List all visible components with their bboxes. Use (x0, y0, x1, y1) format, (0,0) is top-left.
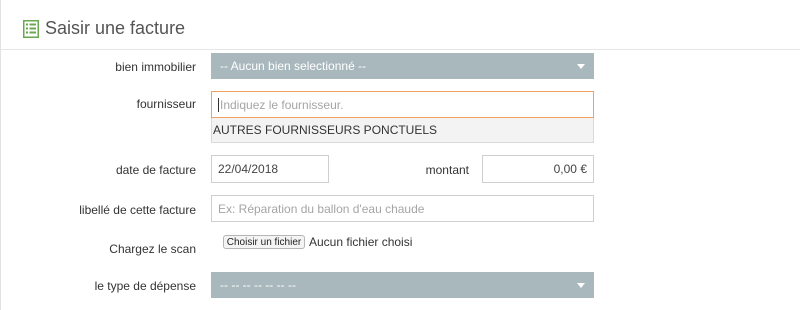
expense-type-select[interactable]: -- -- -- -- -- -- -- (211, 272, 594, 298)
supplier-placeholder: Indiquez le fournisseur. (220, 97, 344, 112)
amount-input[interactable]: 0,00 € (482, 155, 594, 183)
chevron-down-icon (577, 283, 585, 288)
page-title: Saisir une facture (45, 18, 186, 38)
invoice-date-label: date de facture (115, 163, 196, 177)
description-label: libellé de cette facture (79, 203, 196, 217)
amount-value: 0,00 € (553, 162, 587, 176)
description-input[interactable]: Ex: Réparation du ballon d'eau chaude (211, 195, 594, 222)
description-placeholder: Ex: Réparation du ballon d'eau chaude (218, 201, 425, 216)
file-status-text: Aucun fichier choisi (309, 235, 413, 249)
property-label: bien immobilier (115, 60, 196, 74)
amount-label: montant (425, 163, 469, 177)
choose-file-button[interactable]: Choisir un fichier (223, 235, 305, 249)
expense-type-label: le type de dépense (94, 279, 196, 293)
invoice-form-page: Saisir une facture bien immobilier -- Au… (0, 0, 800, 310)
supplier-suggestion-label: AUTRES FOURNISSEURS PONCTUELS (213, 123, 438, 137)
choose-file-button-label: Choisir un fichier (226, 236, 302, 248)
supplier-suggestion-item[interactable]: AUTRES FOURNISSEURS PONCTUELS (211, 118, 594, 143)
page-header: Saisir une facture (1, 0, 800, 50)
property-select[interactable]: -- Aucun bien selectionné -- (211, 53, 594, 79)
invoice-date-input[interactable]: 22/04/2018 (211, 155, 329, 183)
chevron-down-icon (577, 64, 585, 69)
expense-type-select-value: -- -- -- -- -- -- -- (220, 278, 296, 292)
supplier-label: fournisseur (136, 97, 196, 111)
supplier-input[interactable]: Indiquez le fournisseur. (211, 91, 594, 118)
invoice-date-value: 22/04/2018 (218, 162, 279, 176)
list-icon (23, 20, 39, 38)
scan-label: Chargez le scan (109, 242, 196, 256)
property-select-value: -- Aucun bien selectionné -- (220, 59, 367, 73)
text-cursor (218, 97, 219, 112)
